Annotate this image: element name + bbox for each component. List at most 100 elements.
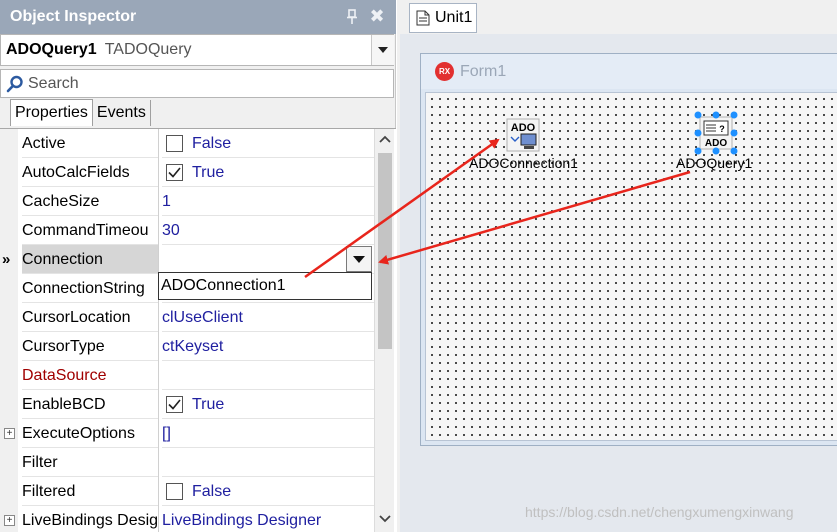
property-row[interactable]: CursorType ctKeyset: [0, 332, 374, 361]
property-name: ConnectionString: [22, 274, 158, 303]
property-row[interactable]: Active False: [0, 129, 374, 158]
column-divider: [158, 477, 159, 506]
connection-string-edit-box[interactable]: ADOConnection1: [158, 272, 372, 300]
close-icon[interactable]: ✖: [368, 7, 386, 25]
property-grid-scrollbar[interactable]: [374, 129, 394, 532]
ado-query-icon: ? ADO: [694, 111, 738, 155]
property-row[interactable]: Filtered False: [0, 477, 374, 506]
tab-properties[interactable]: Properties: [10, 99, 93, 126]
column-divider: [158, 158, 159, 187]
form1-caption: Form1: [460, 62, 507, 80]
scrollbar-thumb[interactable]: [378, 153, 392, 349]
ado-connection-label: ADOConnection1: [469, 155, 578, 171]
selected-component-type: TADOQuery: [104, 41, 192, 58]
chevron-down-icon: [353, 255, 365, 263]
property-name: CommandTimeou: [22, 216, 158, 245]
checkbox-label: True: [192, 396, 225, 413]
tab-events[interactable]: Events: [93, 100, 151, 126]
property-name: LiveBindings Desig: [22, 506, 158, 532]
property-value[interactable]: ctKeyset: [162, 332, 374, 361]
property-name: DataSource: [22, 361, 158, 390]
column-divider: [158, 187, 159, 216]
scroll-down-icon[interactable]: [378, 513, 392, 525]
object-inspector-panel: Object Inspector ✖ ADOQuery1 TADOQuery P: [0, 0, 396, 532]
property-row[interactable]: + LiveBindings Desig LiveBindings Designer: [0, 506, 374, 532]
ado-query-label: ADOQuery1: [676, 155, 753, 171]
search-icon: [6, 75, 23, 92]
pin-icon[interactable]: [346, 9, 358, 25]
form1-window[interactable]: RX Form1: [420, 53, 837, 446]
property-value[interactable]: []: [162, 419, 374, 448]
chevron-down-icon: [378, 47, 388, 53]
svg-text:?: ?: [719, 124, 725, 134]
property-name: Filter: [22, 448, 158, 477]
document-icon: [416, 10, 430, 26]
property-value[interactable]: LiveBindings Designer: [162, 506, 374, 532]
column-divider: [158, 448, 159, 477]
property-name: Active: [22, 129, 158, 158]
property-name: ExecuteOptions: [22, 419, 158, 448]
property-row[interactable]: » Connection: [0, 245, 374, 274]
property-value[interactable]: [162, 448, 374, 477]
checkmark-icon: [168, 167, 181, 178]
property-row[interactable]: EnableBCD True: [0, 390, 374, 419]
column-divider: [158, 216, 159, 245]
property-value[interactable]: [162, 245, 374, 274]
expand-icon[interactable]: +: [4, 515, 15, 526]
object-inspector-title: Object Inspector: [10, 8, 137, 25]
property-row[interactable]: CommandTimeou 30: [0, 216, 374, 245]
ado-query-component[interactable]: ? ADO: [694, 111, 738, 155]
object-inspector-title-bar[interactable]: Object Inspector ✖: [0, 0, 396, 34]
component-selector-dropdown-button[interactable]: [371, 35, 394, 65]
checkbox-label: False: [192, 135, 232, 152]
property-search-box[interactable]: [0, 69, 394, 98]
property-row[interactable]: DataSource: [0, 361, 374, 390]
property-name: Filtered: [22, 477, 158, 506]
selected-row-marker: »: [2, 251, 11, 268]
component-selector[interactable]: ADOQuery1 TADOQuery: [0, 34, 394, 66]
property-checkbox[interactable]: [166, 396, 183, 413]
property-name: EnableBCD: [22, 390, 158, 419]
checkbox-label: True: [192, 164, 225, 181]
inspector-tabs: Properties Events: [0, 99, 396, 126]
property-row[interactable]: Filter: [0, 448, 374, 477]
property-value[interactable]: 1: [162, 187, 374, 216]
property-value[interactable]: clUseClient: [162, 303, 374, 332]
property-value[interactable]: 30: [162, 216, 374, 245]
property-row[interactable]: CursorLocation clUseClient: [0, 303, 374, 332]
property-checkbox[interactable]: [166, 164, 183, 181]
search-input[interactable]: [28, 74, 368, 93]
tab-unit1[interactable]: Unit1: [409, 3, 477, 33]
form1-client-area[interactable]: [425, 92, 837, 441]
column-divider: [158, 303, 159, 332]
ado-connection-component[interactable]: ADO: [505, 117, 545, 155]
tab-unit1-label: Unit1: [435, 9, 473, 26]
column-divider: [158, 419, 159, 448]
property-row[interactable]: AutoCalcFields True: [0, 158, 374, 187]
column-divider: [158, 332, 159, 361]
property-name: CacheSize: [22, 187, 158, 216]
watermark-url: https://blog.csdn.net/chengxumengxinwang: [525, 504, 794, 520]
column-divider: [158, 361, 159, 390]
checkbox-label: False: [192, 483, 232, 500]
connection-dropdown-button[interactable]: [346, 246, 372, 272]
selected-component-name: ADOQuery1: [6, 41, 97, 58]
column-divider: [158, 390, 159, 419]
property-value[interactable]: [162, 361, 374, 390]
property-checkbox[interactable]: [166, 483, 183, 500]
column-divider: [158, 129, 159, 158]
property-checkbox[interactable]: [166, 135, 183, 152]
ado-query-icon-text: ADO: [705, 138, 727, 149]
scroll-up-icon[interactable]: [378, 133, 392, 145]
ide-window: Object Inspector ✖ ADOQuery1 TADOQuery P: [0, 0, 837, 532]
checkmark-icon: [168, 399, 181, 410]
ado-connection-icon: ADO: [506, 118, 540, 152]
property-row[interactable]: CacheSize 1: [0, 187, 374, 216]
form1-title-bar[interactable]: RX Form1: [421, 54, 837, 89]
property-grid: Active False AutoCalcFields True CacheSize 1 C…: [0, 128, 396, 532]
expand-icon[interactable]: +: [4, 428, 15, 439]
property-row[interactable]: + ExecuteOptions[]: [0, 419, 374, 448]
property-name: AutoCalcFields: [22, 158, 158, 187]
rx-logo-icon: RX: [435, 62, 454, 81]
ado-connection-icon-text: ADO: [511, 122, 536, 134]
